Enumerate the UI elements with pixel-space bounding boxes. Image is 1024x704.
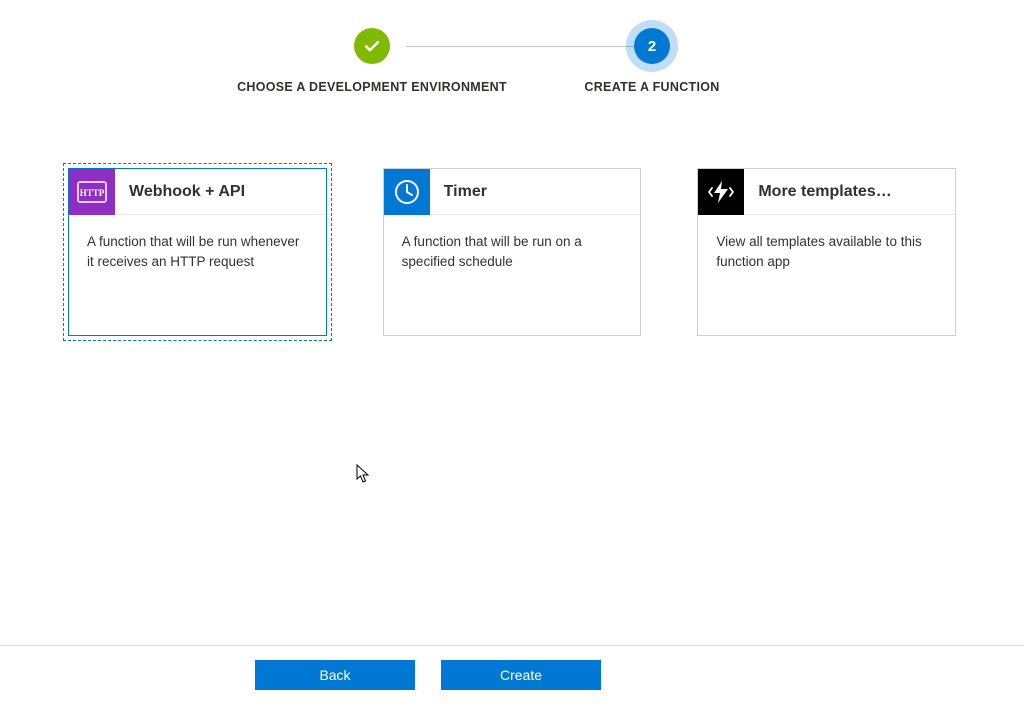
step-2-number: 2 — [648, 38, 656, 55]
wizard-footer: Back Create — [0, 645, 1024, 704]
card-description: A function that will be run on a specifi… — [384, 215, 641, 335]
card-more-templates[interactable]: More templates… View all templates avail… — [697, 168, 956, 336]
card-title: Webhook + API — [115, 183, 245, 201]
checkmark-icon — [354, 28, 390, 64]
card-title: Timer — [430, 183, 487, 201]
card-webhook-api[interactable]: HTTP Webhook + API A function that will … — [68, 168, 327, 336]
card-timer[interactable]: Timer A function that will be run on a s… — [383, 168, 642, 336]
http-icon: HTTP — [69, 169, 115, 215]
svg-text:HTTP: HTTP — [80, 188, 105, 198]
wizard-stepper: CHOOSE A DEVELOPMENT ENVIRONMENT 2 CREAT… — [0, 0, 1024, 106]
card-header: More templates… — [698, 169, 955, 215]
step-1: CHOOSE A DEVELOPMENT ENVIRONMENT — [232, 28, 512, 94]
card-description: View all templates available to this fun… — [698, 215, 955, 335]
lightning-code-icon — [698, 169, 744, 215]
step-2-circle: 2 — [634, 28, 670, 64]
card-title: More templates… — [744, 183, 891, 201]
template-cards: HTTP Webhook + API A function that will … — [0, 168, 1024, 336]
step-1-label: CHOOSE A DEVELOPMENT ENVIRONMENT — [237, 80, 507, 94]
back-button[interactable]: Back — [255, 660, 415, 690]
card-header: HTTP Webhook + API — [69, 169, 326, 215]
step-2: 2 CREATE A FUNCTION — [512, 28, 792, 94]
card-header: Timer — [384, 169, 641, 215]
card-description: A function that will be run whenever it … — [69, 215, 326, 335]
create-button[interactable]: Create — [441, 660, 601, 690]
step-2-label: CREATE A FUNCTION — [584, 80, 719, 94]
mouse-cursor-icon — [356, 464, 372, 484]
clock-icon — [384, 169, 430, 215]
